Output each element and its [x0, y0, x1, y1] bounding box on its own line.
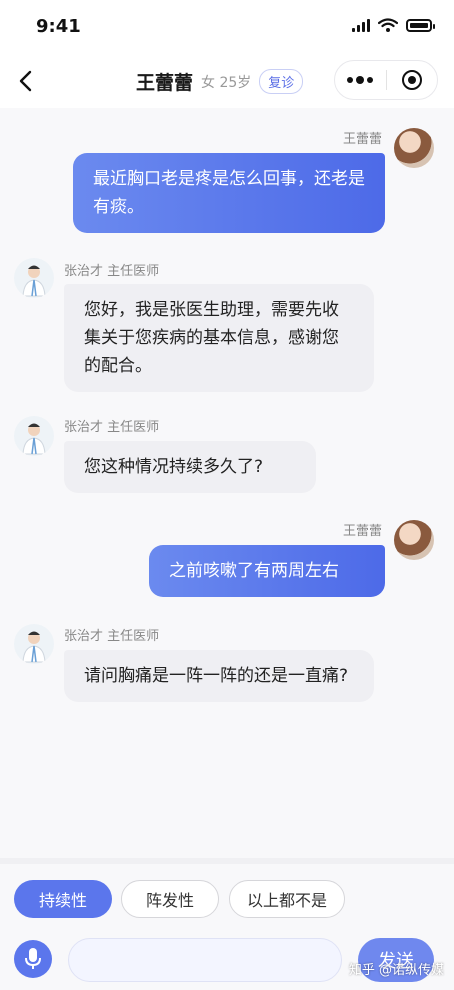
message-input[interactable]: [68, 938, 342, 982]
microphone-icon: [25, 948, 41, 969]
status-time: 9:41: [36, 16, 81, 37]
signal-icon: [352, 18, 370, 32]
more-dots-icon: [347, 77, 354, 83]
patient-info: 王蕾蕾 女 25岁 复诊: [136, 68, 304, 95]
section-divider: [0, 858, 454, 864]
close-button[interactable]: [386, 61, 437, 99]
message-bubble-outgoing[interactable]: 最近胸口老是疼是怎么回事，还老是有痰。: [73, 153, 385, 233]
sender-name: 张治才 主任医师: [64, 420, 160, 435]
more-button[interactable]: [335, 61, 386, 99]
doctor-figure-icon: [22, 265, 46, 297]
status-icons: [352, 18, 435, 32]
chevron-left-icon: [19, 70, 32, 92]
chat-header: 王蕾蕾 女 25岁 复诊: [0, 56, 454, 108]
revisit-badge: 复诊: [259, 69, 304, 94]
status-bar: 9:41: [0, 0, 454, 56]
message-bubble-incoming[interactable]: 请问胸痛是一阵一阵的还是一直痛?: [64, 650, 374, 702]
quick-replies: 持续性 阵发性 以上都不是: [0, 880, 454, 920]
sender-name: 张治才 主任医师: [64, 629, 160, 644]
quick-reply-chip[interactable]: 持续性: [14, 880, 112, 918]
doctor-avatar[interactable]: [14, 258, 54, 298]
quick-reply-chip[interactable]: 阵发性: [121, 880, 219, 918]
chat-screen: 9:41 王蕾蕾 女 25岁 复诊 王蕾蕾 最近胸口老是疼是怎么回事，还老是有痰…: [0, 0, 454, 990]
quick-reply-chip[interactable]: 以上都不是: [229, 880, 345, 918]
target-close-icon: [401, 70, 422, 90]
message-bubble-incoming[interactable]: 您这种情况持续多久了?: [64, 441, 316, 493]
user-avatar[interactable]: [394, 128, 434, 168]
wifi-icon: [378, 18, 398, 32]
doctor-figure-icon: [22, 631, 46, 663]
doctor-avatar[interactable]: [14, 416, 54, 456]
page-title: 王蕾蕾: [136, 72, 194, 94]
doctor-figure-icon: [22, 423, 46, 455]
watermark: 知乎 @诺纵传媒: [348, 963, 444, 978]
sender-name: 王蕾蕾: [342, 132, 382, 147]
patient-meta: 女 25岁: [201, 74, 252, 91]
doctor-avatar[interactable]: [14, 624, 54, 664]
user-avatar[interactable]: [394, 520, 434, 560]
sender-name: 王蕾蕾: [342, 524, 382, 539]
battery-icon: [406, 18, 435, 32]
sender-name: 张治才 主任医师: [64, 264, 160, 279]
back-button[interactable]: [12, 68, 38, 94]
voice-button[interactable]: [14, 940, 52, 978]
message-bubble-incoming[interactable]: 您好，我是张医生助理，需要先收集关于您疾病的基本信息，感谢您的配合。: [64, 284, 374, 392]
message-bubble-outgoing[interactable]: 之前咳嗽了有两周左右: [149, 545, 385, 597]
mini-program-capsule: [334, 60, 438, 100]
